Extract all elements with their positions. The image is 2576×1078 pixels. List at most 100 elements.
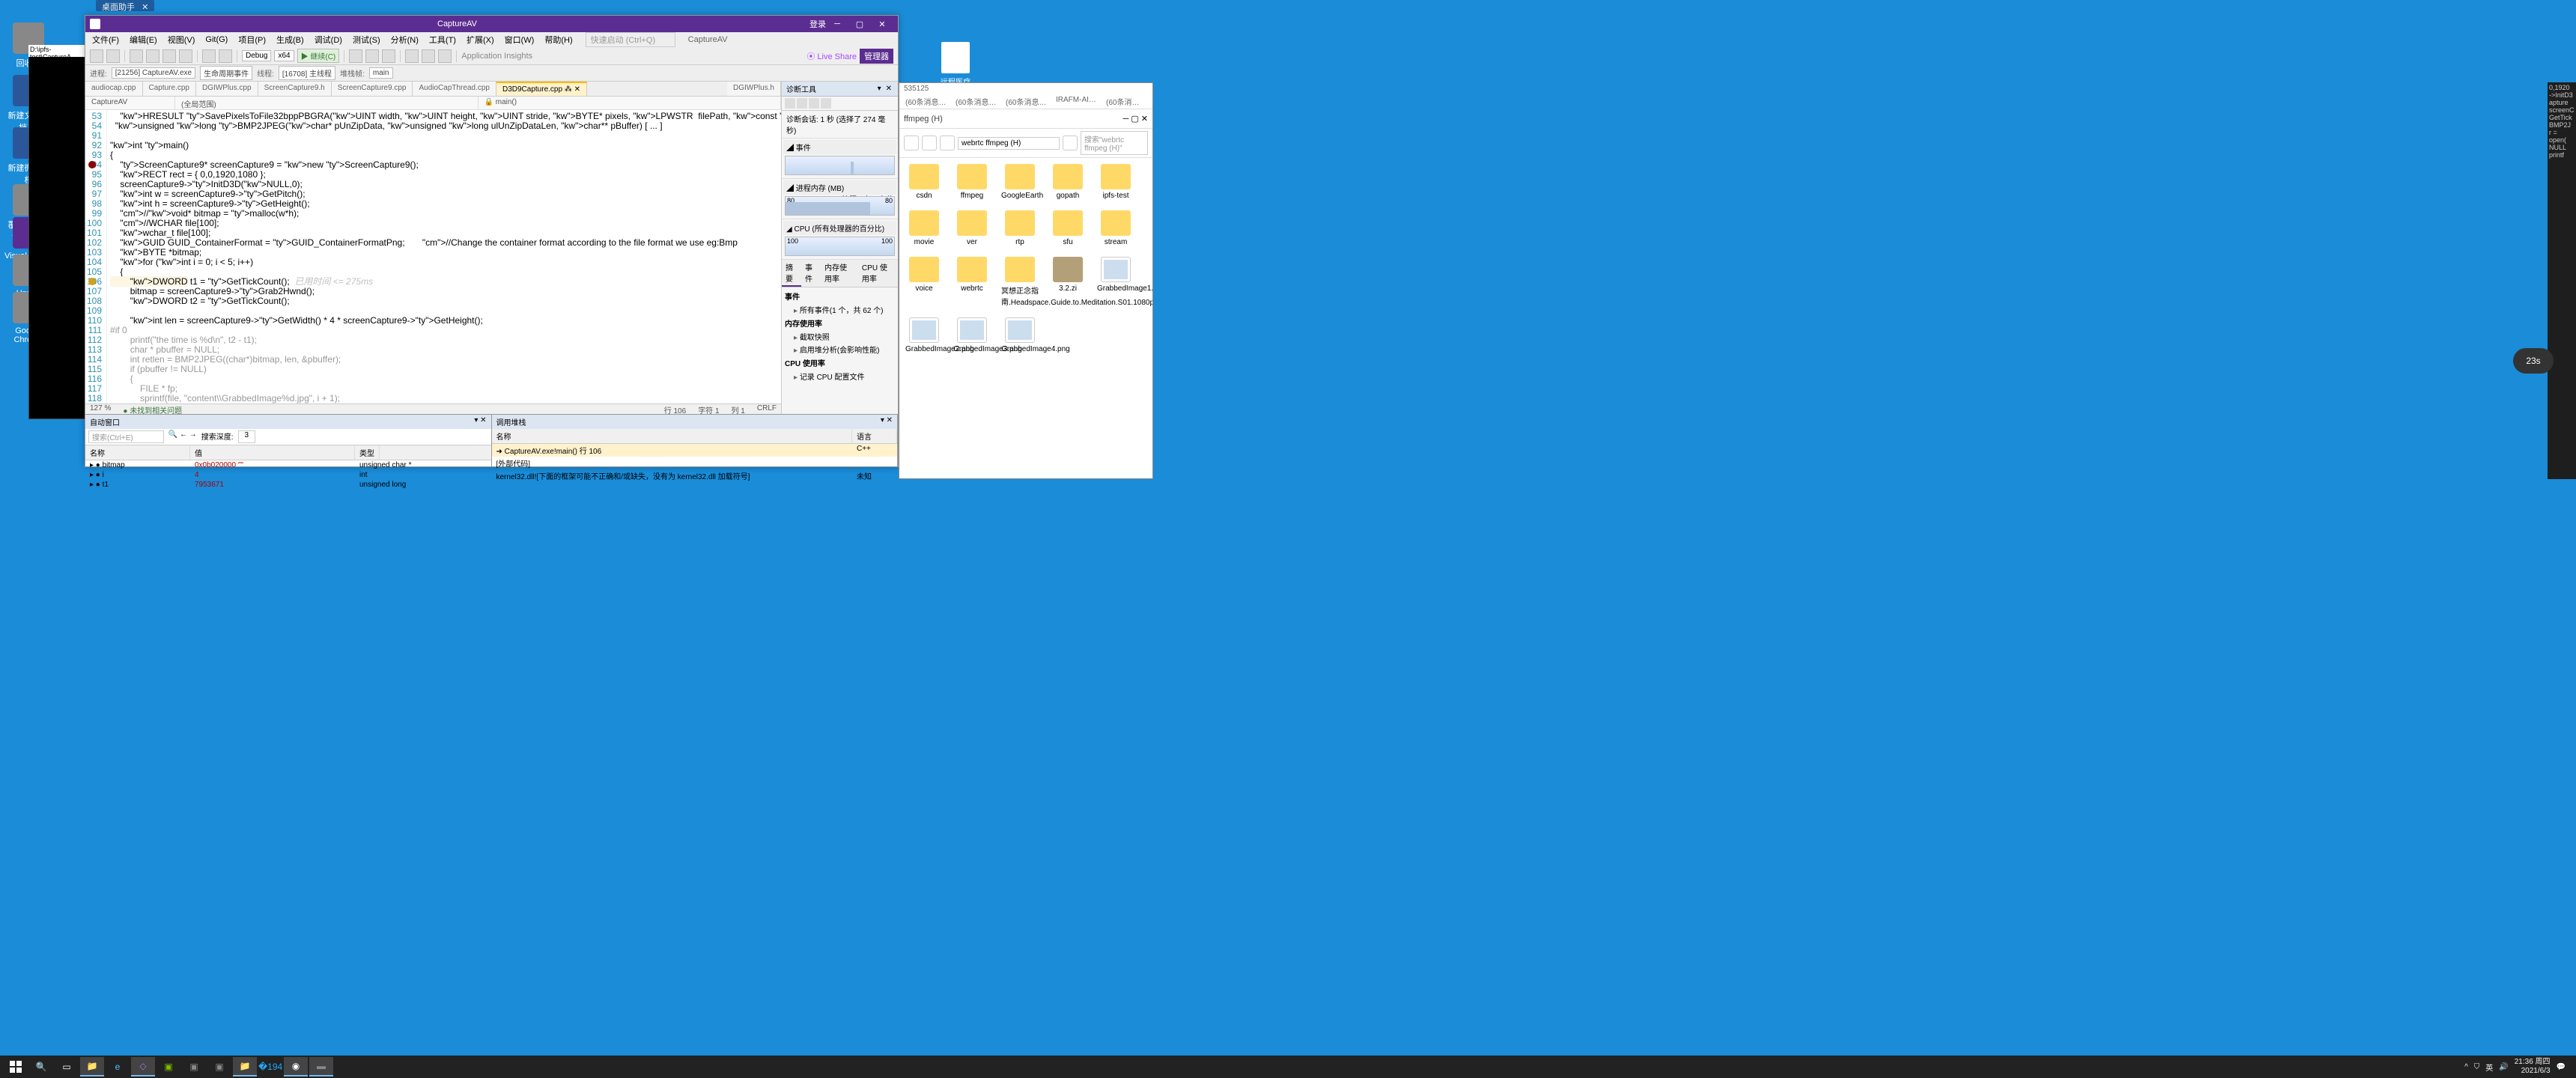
tray-icon[interactable]: 🔊 [2499, 1063, 2508, 1071]
console-window[interactable] [28, 45, 85, 419]
tab-audiocap[interactable]: audiocap.cpp [85, 82, 143, 96]
nav-back[interactable] [904, 135, 919, 150]
explorer-titlebar[interactable]: ffmpeg (H) ─ ▢ ✕ [899, 109, 1152, 129]
diag-node[interactable]: 记录 CPU 配置文件 [783, 370, 896, 383]
menu-edit[interactable]: 编辑(E) [126, 32, 161, 47]
explorer-items[interactable]: csdnffmpegGoogleEarthgopathipfs-testmovi… [899, 158, 1152, 478]
process-select[interactable]: [21256] CaptureAV.exe [112, 67, 195, 79]
menu-window[interactable]: 窗口(W) [501, 32, 538, 47]
file-item[interactable]: webrtc [953, 257, 991, 307]
explorer-search[interactable]: 搜索"webrtc ffmpeg (H)" [1081, 131, 1148, 155]
menu-ext[interactable]: 扩展(X) [463, 32, 498, 47]
task-vs[interactable]: ◇ [131, 1057, 155, 1077]
diag-node[interactable]: 所有事件(1 个，共 62 个) [783, 303, 896, 316]
break-button[interactable] [349, 49, 362, 63]
menu-file[interactable]: 文件(F) [88, 32, 123, 47]
diag-title[interactable]: 诊断工具 ▾✕ [782, 82, 898, 97]
system-tray[interactable]: ^ ⛉ 英 🔊 21:36 周四2021/6/3 💬 [2457, 1058, 2573, 1076]
lifecycle-select[interactable]: 生命周期事件 [200, 66, 252, 80]
menu-git[interactable]: Git(G) [201, 34, 231, 46]
maximize-button[interactable]: ▢ [848, 19, 871, 29]
diag-node[interactable]: 截取快照 [783, 330, 896, 343]
task-app[interactable]: ▣ [182, 1057, 206, 1077]
diag-tab-summary[interactable]: 摘要 [782, 260, 801, 287]
menu-help[interactable]: 帮助(H) [541, 32, 576, 47]
tab-dgiwplus[interactable]: DGIWPlus.cpp [196, 82, 258, 96]
callstack-row[interactable]: [外部代码] [492, 457, 898, 469]
callstack-row[interactable]: kernel32.dll![下面的框架可能不正确和/或缺失，没有为 kernel… [492, 469, 898, 482]
file-item[interactable]: csdn [905, 164, 943, 200]
quick-launch[interactable]: 快速启动 (Ctrl+Q) [586, 32, 675, 47]
task-app[interactable]: ▣ [157, 1057, 180, 1077]
file-item[interactable]: ver [953, 210, 991, 246]
subnav-scope[interactable]: (全局范围) [175, 97, 479, 109]
desktop-helper-bar[interactable]: 桌面助手 ✕ [96, 0, 154, 11]
tab-d3d9[interactable]: D3D9Capture.cpp ⁂ ✕ [496, 82, 587, 96]
task-app[interactable]: ▣ [207, 1057, 231, 1077]
code-editor[interactable]: 5354919293949596979899100101102103104105… [85, 110, 781, 404]
tab-capture[interactable]: Capture.cpp [143, 82, 196, 96]
file-item[interactable]: GrabbedImage4.png [1001, 317, 1039, 353]
menu-debug[interactable]: 调试(D) [311, 32, 346, 47]
autos-search[interactable]: 搜索(Ctrl+E) [88, 430, 164, 443]
manager-button[interactable]: 管理器 [860, 49, 893, 64]
tray-ime[interactable]: 英 [2485, 1062, 2493, 1073]
tab-sc9cpp[interactable]: ScreenCapture9.cpp [332, 82, 413, 96]
diag-tab-cpu[interactable]: CPU 使用率 [858, 260, 898, 287]
depth-select[interactable]: 3 [238, 430, 256, 443]
file-item[interactable]: GrabbedImage1.png [1097, 257, 1134, 307]
step-over-button[interactable] [422, 49, 435, 63]
save-button[interactable] [162, 49, 176, 63]
search-icon[interactable]: 🔍 [29, 1057, 53, 1077]
zoom-level[interactable]: 127 % [90, 404, 111, 414]
close-button[interactable]: ✕ [871, 19, 893, 29]
tab-sc9h[interactable]: ScreenCapture9.h [258, 82, 332, 96]
diag-tool-btn[interactable] [785, 98, 795, 109]
stop-button[interactable] [365, 49, 379, 63]
callstack-row[interactable]: ➜ CaptureAV.exe!main() 行 106C++ [492, 444, 898, 457]
task-term[interactable]: ▬ [309, 1057, 333, 1077]
step-out-button[interactable] [438, 49, 452, 63]
file-item[interactable]: stream [1097, 210, 1134, 246]
btab[interactable]: IRAFM-AI / Poly-Y... [1056, 96, 1097, 107]
task-folder2[interactable]: 📁 [233, 1057, 257, 1077]
btab[interactable]: (60条消息) yolov... [1006, 96, 1047, 107]
file-item[interactable]: movie [905, 210, 943, 246]
minimize-button[interactable]: ─ [826, 19, 848, 28]
subnav-project[interactable]: CaptureAV [85, 97, 175, 109]
continue-button[interactable]: ▶ 继续(C) [297, 49, 340, 63]
diag-tool-btn[interactable] [797, 98, 807, 109]
live-share[interactable]: ⦿ Live Share [806, 50, 857, 62]
vs-login[interactable]: 登录 [809, 18, 826, 30]
btab[interactable]: (60条消息) Darkne... [905, 96, 947, 107]
timer-badge[interactable]: 23s [2513, 348, 2554, 374]
subnav-func[interactable]: 🔒 main() [479, 97, 782, 109]
task-chrome[interactable]: ◉ [284, 1057, 308, 1077]
tab-audiothread[interactable]: AudioCapThread.cpp [413, 82, 496, 96]
menu-build[interactable]: 生成(B) [273, 32, 308, 47]
autos-row[interactable]: ▸ ● i4int [85, 470, 491, 480]
refresh-button[interactable] [1063, 135, 1078, 150]
file-item[interactable]: 3.2.zi [1049, 257, 1087, 307]
saveall-button[interactable] [179, 49, 192, 63]
task-explorer[interactable]: 📁 [80, 1057, 104, 1077]
file-item[interactable]: GrabbedImage2.png [905, 317, 943, 353]
vs-titlebar[interactable]: CaptureAV 登录 ─ ▢ ✕ [85, 16, 898, 32]
thread-select[interactable]: [16708] 主线程 [279, 66, 335, 80]
diag-tab-mem[interactable]: 内存使用率 [821, 260, 858, 287]
menu-analyze[interactable]: 分析(N) [387, 32, 422, 47]
file-item[interactable]: ffmpeg [953, 164, 991, 200]
diag-tab-events[interactable]: 事件 [801, 260, 821, 287]
close-icon[interactable]: ✕ [884, 85, 893, 93]
frame-select[interactable]: main [369, 67, 393, 79]
autos-row[interactable]: ▸ ● t17953671unsigned long [85, 480, 491, 490]
file-item[interactable]: sfu [1049, 210, 1087, 246]
diag-tool-btn[interactable] [821, 98, 831, 109]
fwd-button[interactable] [106, 49, 120, 63]
file-item[interactable]: GoogleEarth [1001, 164, 1039, 200]
task-edge[interactable]: e [106, 1057, 130, 1077]
menu-project[interactable]: 项目(P) [234, 32, 270, 47]
new-button[interactable] [130, 49, 143, 63]
app-insights[interactable]: Application Insights [461, 52, 532, 61]
notification-icon[interactable]: 💬 [2557, 1063, 2566, 1071]
